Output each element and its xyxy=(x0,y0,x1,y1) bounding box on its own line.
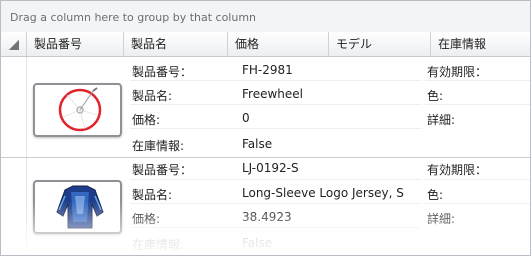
field-label-stock: 在庫情報: xyxy=(132,139,185,153)
field-label-color: 色: xyxy=(427,188,444,202)
field-value-stock: False xyxy=(242,236,273,250)
table-row[interactable]: 製品番号： FH-2981 製品名: Freewheel 価格: 0 在庫情報:… xyxy=(1,57,530,158)
field-divider xyxy=(130,203,421,204)
field-divider xyxy=(130,227,421,228)
field-divider xyxy=(130,80,421,81)
jersey-icon xyxy=(56,185,104,229)
field-label-expiry: 有効期限： xyxy=(427,163,488,177)
field-value-product-name: Long-Sleeve Logo Jersey, S xyxy=(242,186,404,200)
product-image xyxy=(33,180,122,234)
field-label-stock: 在庫情報: xyxy=(132,238,185,252)
row-indicator[interactable] xyxy=(1,158,27,255)
field-value-product-name: Freewheel xyxy=(242,87,303,101)
field-divider xyxy=(130,104,421,105)
field-value-price: 38.4923 xyxy=(242,210,292,224)
field-divider xyxy=(425,104,530,105)
column-header-row: 製品番号 製品名 価格 モデル 在庫情報 xyxy=(1,32,530,57)
field-divider xyxy=(425,80,530,81)
column-header-stock[interactable]: 在庫情報 xyxy=(431,32,530,56)
field-label-details: 詳細: xyxy=(427,113,456,127)
column-header-model[interactable]: モデル xyxy=(329,32,431,56)
bicycle-wheel-icon xyxy=(58,87,102,132)
field-label-product-name: 製品名: xyxy=(132,89,173,103)
group-by-panel[interactable]: Drag a column here to group by that colu… xyxy=(1,1,530,33)
corner-triangle-icon xyxy=(9,40,19,50)
row-indicator[interactable] xyxy=(1,57,27,157)
column-header-product-name[interactable]: 製品名 xyxy=(124,32,228,56)
field-divider xyxy=(130,128,421,129)
field-divider xyxy=(130,179,421,180)
product-grid: Drag a column here to group by that colu… xyxy=(0,0,531,256)
field-label-product-name: 製品名: xyxy=(132,188,173,202)
table-row[interactable]: 製品番号： LJ-0192-S 製品名: Long-Sleeve Logo Je… xyxy=(1,158,530,255)
field-label-color: 色: xyxy=(427,89,444,103)
field-label-details: 詳細: xyxy=(427,212,456,226)
field-value-product-number: FH-2981 xyxy=(242,63,293,77)
column-header-product-number[interactable]: 製品番号 xyxy=(27,32,124,56)
field-label-product-number: 製品番号： xyxy=(132,65,193,79)
field-label-price: 価格: xyxy=(132,113,161,127)
group-by-hint: Drag a column here to group by that colu… xyxy=(10,11,257,24)
field-label-expiry: 有効期限： xyxy=(427,65,488,79)
field-label-product-number: 製品番号： xyxy=(132,163,193,177)
column-header-price[interactable]: 価格 xyxy=(228,32,329,56)
field-value-stock: False xyxy=(242,137,273,151)
product-image xyxy=(33,83,122,137)
field-value-price: 0 xyxy=(242,111,250,125)
field-divider xyxy=(425,179,530,180)
field-value-product-number: LJ-0192-S xyxy=(242,161,299,175)
select-all-corner[interactable] xyxy=(1,32,27,56)
field-label-price: 価格: xyxy=(132,212,161,226)
field-divider xyxy=(425,203,530,204)
